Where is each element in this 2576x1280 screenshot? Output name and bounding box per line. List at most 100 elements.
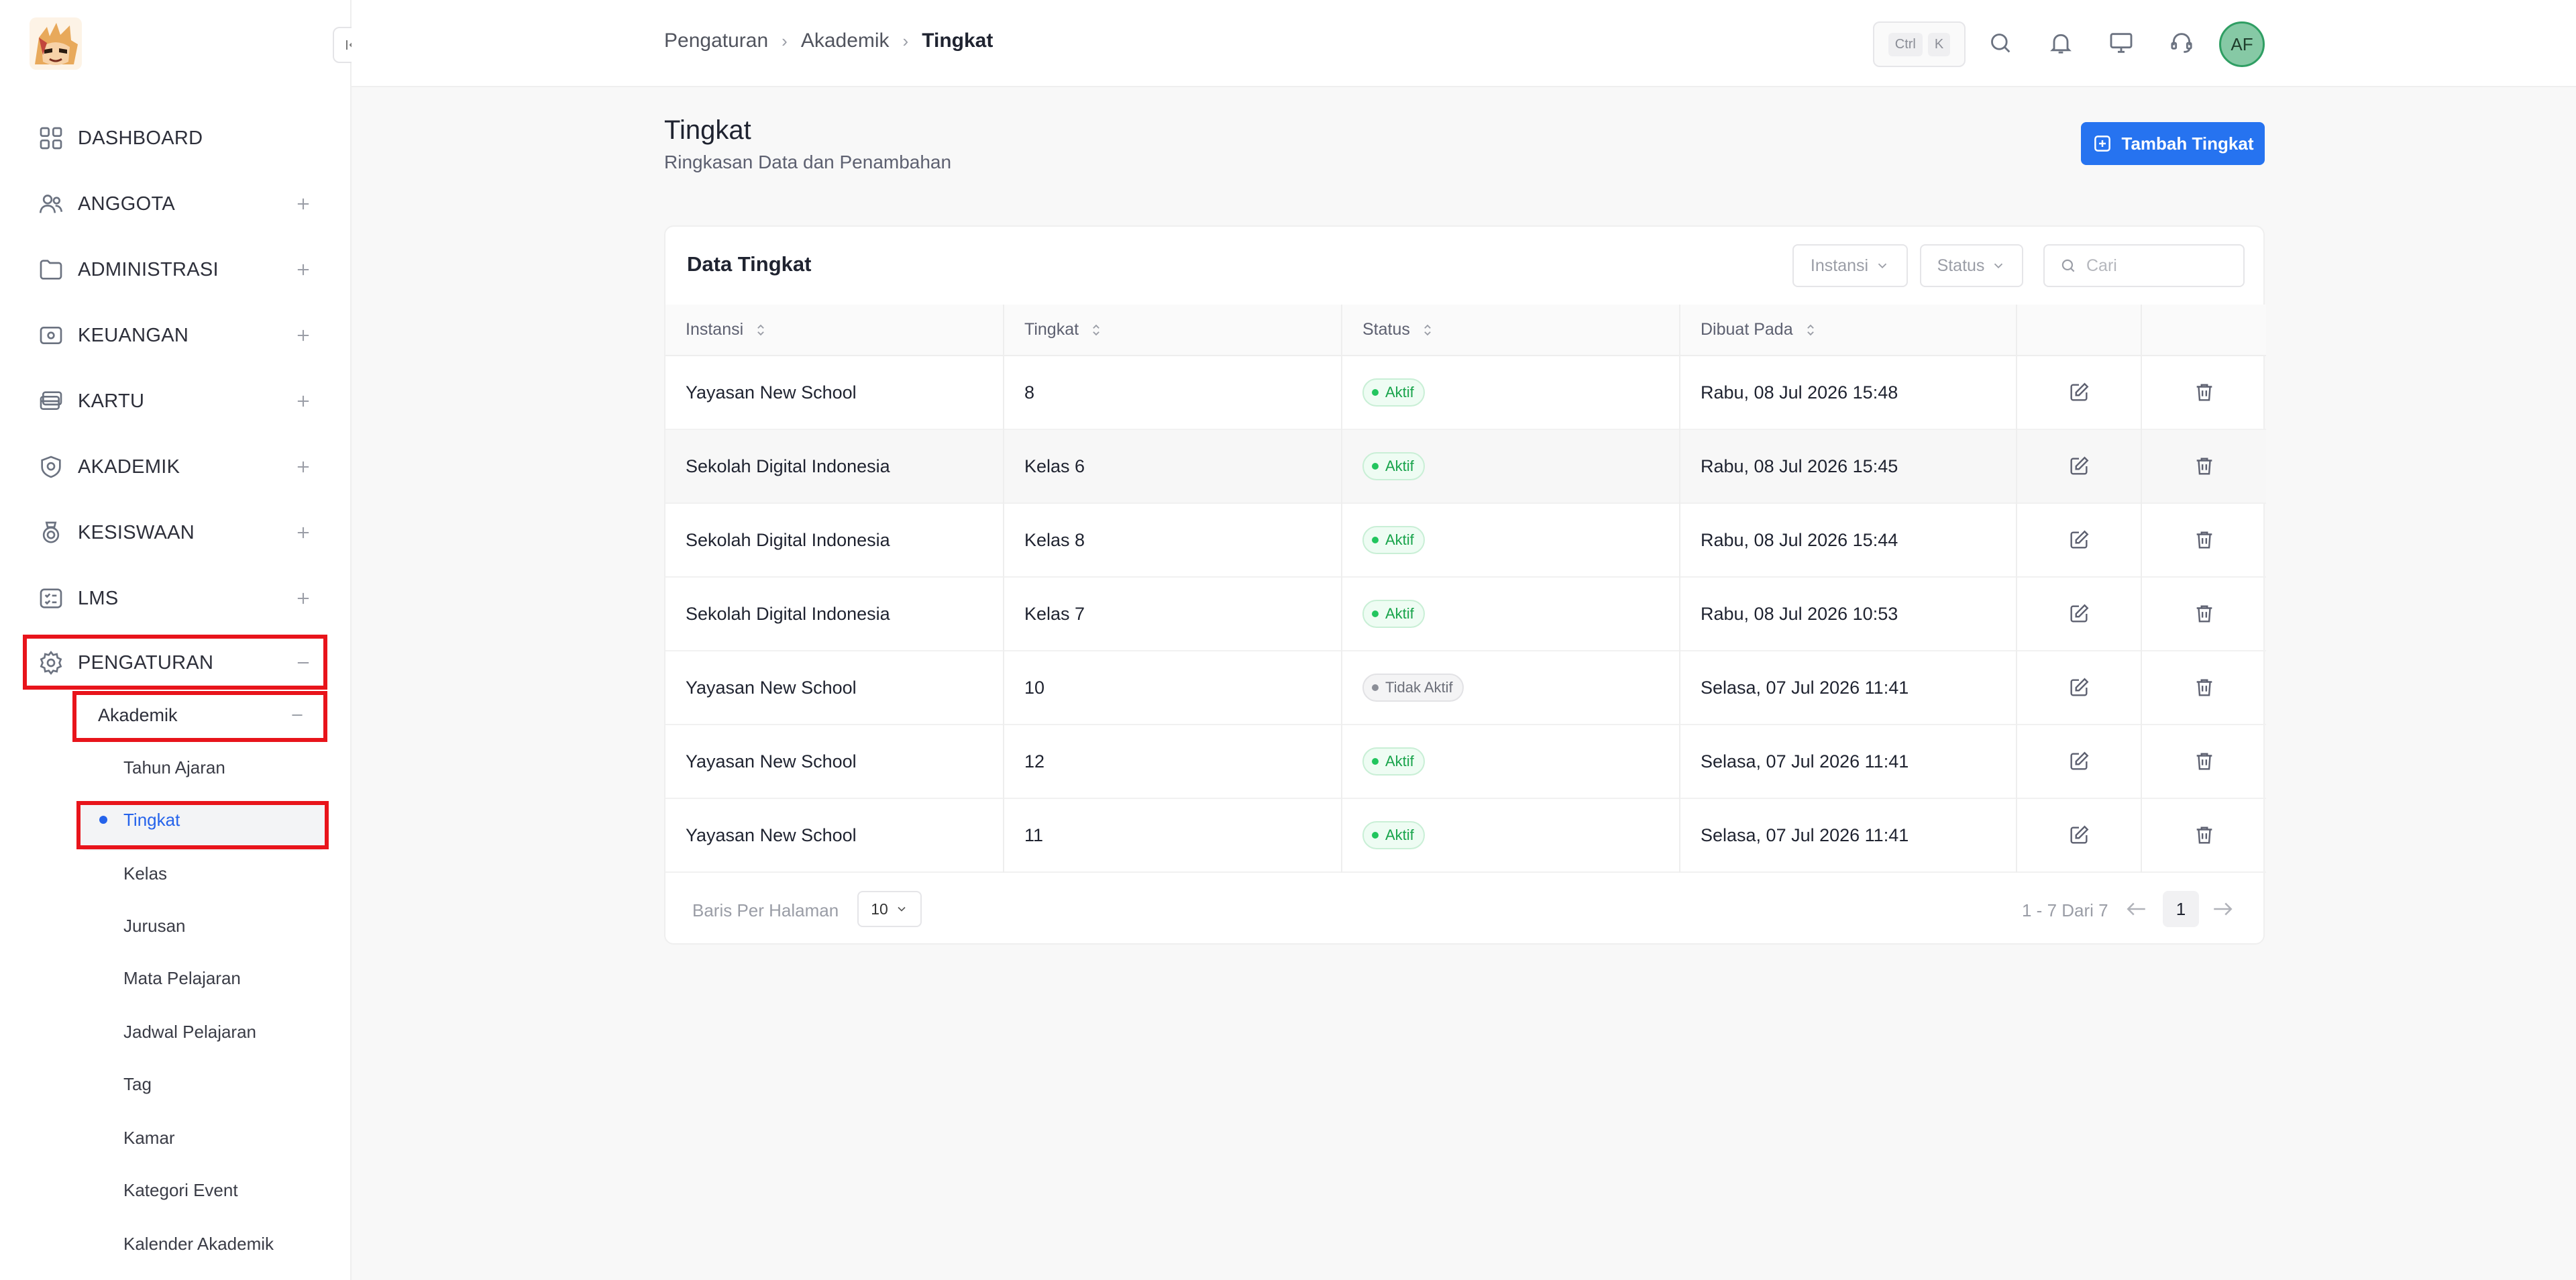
status-badge: Aktif [1362, 600, 1425, 628]
sidebar-item-anggota[interactable]: ANGGOTA [38, 177, 313, 231]
page-number-current[interactable]: 1 [2163, 891, 2199, 927]
sidebar-item-label: ANGGOTA [78, 193, 175, 215]
sublink-kelas[interactable]: Kelas [123, 853, 167, 894]
sublink-kamar[interactable]: Kamar [123, 1118, 175, 1158]
sublink-kategori-event[interactable]: Kategori Event [123, 1170, 238, 1210]
edit-icon[interactable] [2068, 455, 2090, 478]
column-header-instansi[interactable]: Instansi [665, 305, 1004, 356]
edit-icon[interactable] [2068, 602, 2090, 625]
sublink-jadwal-pelajaran[interactable]: Jadwal Pelajaran [123, 1012, 256, 1052]
search-input[interactable] [2086, 256, 2234, 276]
search-icon[interactable] [1987, 30, 2014, 56]
table-search[interactable] [2043, 244, 2245, 287]
column-header-status[interactable]: Status [1342, 305, 1680, 356]
sidebar-item-kartu[interactable]: KARTU [38, 374, 313, 428]
instansi-filter-label: Instansi [1810, 256, 1869, 275]
submenu-akademik[interactable]: Akademik [80, 695, 319, 735]
plus-icon [297, 329, 309, 341]
sidebar-item-label: DASHBOARD [78, 127, 203, 149]
trash-icon[interactable] [2193, 455, 2216, 478]
table-row: Sekolah Digital Indonesia Kelas 8 Aktif … [665, 503, 2266, 577]
search-icon [2061, 259, 2075, 272]
trash-icon[interactable] [2193, 381, 2216, 404]
sublink-tag[interactable]: Tag [123, 1064, 152, 1104]
data-table: Instansi Tingkat Status Dibuat Pada Yaya… [665, 305, 2266, 873]
breadcrumb-akademik[interactable]: Akademik [801, 30, 890, 52]
trash-icon[interactable] [2193, 750, 2216, 773]
app-logo[interactable] [30, 17, 82, 70]
edit-icon[interactable] [2068, 824, 2090, 847]
cell-status: Aktif [1342, 798, 1680, 872]
cell-dibuat-pada: Selasa, 07 Jul 2026 11:41 [1680, 651, 2017, 725]
page-subtitle: Ringkasan Data dan Penambahan [664, 152, 952, 172]
monitor-icon[interactable] [2108, 30, 2135, 56]
sidebar-item-keuangan[interactable]: KEUANGAN [38, 309, 313, 362]
plus-icon [297, 461, 309, 473]
edit-icon[interactable] [2068, 676, 2090, 699]
cell-instansi: Yayasan New School [665, 356, 1004, 429]
sort-icon [1093, 325, 1099, 336]
cell-dibuat-pada: Rabu, 08 Jul 2026 10:53 [1680, 577, 2017, 651]
user-avatar[interactable]: AF [2219, 21, 2265, 67]
cell-dibuat-pada: Selasa, 07 Jul 2026 11:41 [1680, 725, 2017, 798]
cell-dibuat-pada: Rabu, 08 Jul 2026 15:45 [1680, 429, 2017, 503]
trash-icon[interactable] [2193, 529, 2216, 551]
edit-icon[interactable] [2068, 381, 2090, 404]
breadcrumb-current: Tingkat [922, 30, 994, 52]
cell-edit [2017, 798, 2142, 872]
sidebar-item-kesiswaan[interactable]: KESISWAAN [38, 506, 313, 559]
trash-icon[interactable] [2193, 602, 2216, 625]
add-tingkat-button[interactable]: Tambah Tingkat [2081, 122, 2265, 165]
cell-delete [2141, 429, 2266, 503]
sublink-tingkat[interactable]: Tingkat [123, 800, 180, 840]
status-badge: Aktif [1362, 526, 1425, 554]
data-card: Data Tingkat Instansi Status Instansi Ti… [664, 225, 2266, 945]
cell-edit [2017, 651, 2142, 725]
bell-icon[interactable] [2047, 30, 2074, 56]
sidebar-item-label: ADMINISTRASI [78, 258, 219, 280]
column-header-dibuat-pada[interactable]: Dibuat Pada [1680, 305, 2017, 356]
column-header-tingkat[interactable]: Tingkat [1004, 305, 1342, 356]
shield-icon [41, 456, 61, 478]
cell-status: Tidak Aktif [1342, 651, 1680, 725]
sidebar-item-pengaturan[interactable]: PENGATURAN [38, 636, 313, 690]
rows-per-page-select[interactable]: 10 [857, 891, 922, 927]
cell-instansi: Yayasan New School [665, 725, 1004, 798]
sidebar-item-label: KEUANGAN [78, 324, 189, 346]
minus-icon [292, 714, 303, 716]
status-badge: Aktif [1362, 747, 1425, 776]
cell-status: Aktif [1342, 503, 1680, 577]
sublink-mata-pelajaran[interactable]: Mata Pelajaran [123, 958, 241, 998]
plus-icon [297, 264, 309, 276]
plus-icon [297, 198, 309, 210]
trash-icon[interactable] [2193, 824, 2216, 847]
shortcut-key-k: K [1927, 32, 1951, 56]
trash-icon[interactable] [2193, 676, 2216, 699]
edit-icon[interactable] [2068, 750, 2090, 773]
cell-dibuat-pada: Selasa, 07 Jul 2026 11:41 [1680, 798, 2017, 872]
card-title: Data Tingkat [687, 252, 812, 276]
status-filter[interactable]: Status [1920, 244, 2023, 287]
cell-tingkat: 11 [1004, 798, 1342, 872]
sidebar-item-dashboard[interactable]: DASHBOARD [38, 111, 313, 165]
headset-icon[interactable] [2168, 30, 2195, 56]
cell-status: Aktif [1342, 725, 1680, 798]
pagination-range: 1 - 7 Dari 7 [2022, 900, 2108, 920]
shortcut-key-ctrl: Ctrl [1888, 32, 1923, 56]
edit-icon[interactable] [2068, 529, 2090, 551]
breadcrumb-pengaturan[interactable]: Pengaturan [664, 30, 768, 52]
plus-square-icon [2094, 136, 2110, 152]
sidebar-item-lms[interactable]: LMS [38, 572, 313, 625]
instansi-filter[interactable]: Instansi [1792, 244, 1908, 287]
table-row: Sekolah Digital Indonesia Kelas 7 Aktif … [665, 577, 2266, 651]
arrow-left-icon[interactable] [2125, 899, 2148, 919]
command-palette-shortcut[interactable]: Ctrl K [1873, 21, 1966, 67]
sidebar-item-akademik[interactable]: AKADEMIK [38, 440, 313, 494]
sidebar-item-administrasi[interactable]: ADMINISTRASI [38, 243, 313, 297]
sublink-tahun-ajaran[interactable]: Tahun Ajaran [123, 747, 225, 788]
sublink-jurusan[interactable]: Jurusan [123, 906, 186, 946]
cell-tingkat: Kelas 7 [1004, 577, 1342, 651]
arrow-right-icon[interactable] [2211, 899, 2234, 919]
sublink-kalender-akademik[interactable]: Kalender Akademik [123, 1224, 274, 1264]
cell-status: Aktif [1342, 577, 1680, 651]
